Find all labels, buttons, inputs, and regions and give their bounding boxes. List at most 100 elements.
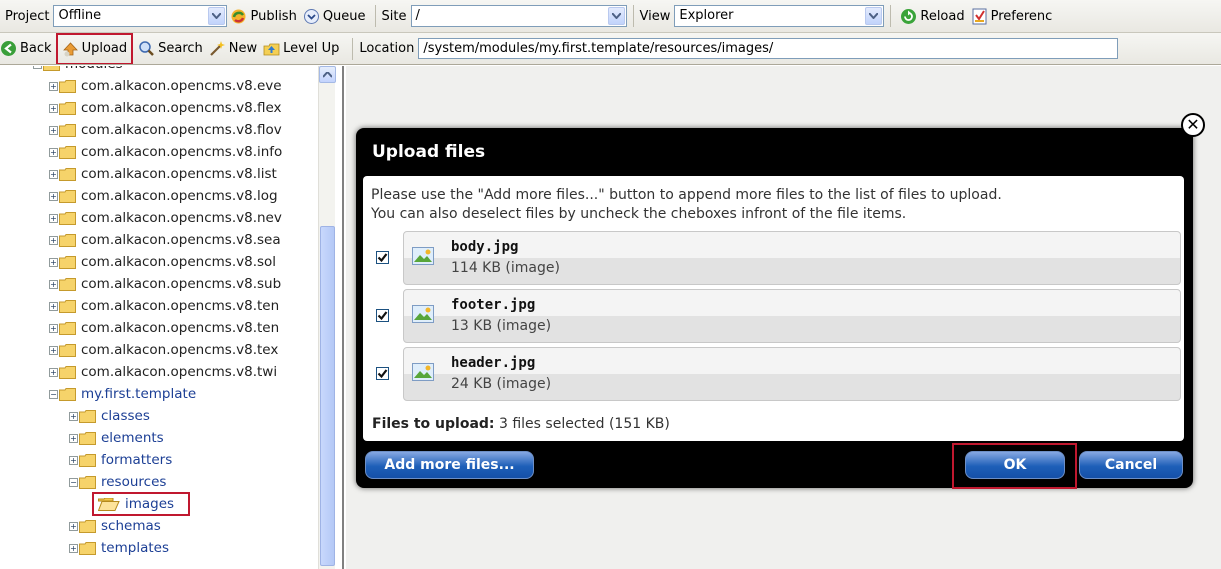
expand-icon[interactable]: + [49,301,58,311]
scrollbar-thumb[interactable] [320,226,335,566]
new-button[interactable]: New [206,37,260,61]
folder-icon [59,167,76,181]
folder-icon [79,453,96,467]
tree-node-modules[interactable]: − modules [0,66,342,75]
dialog-body: Please use the "Add more files..." butto… [363,176,1184,441]
chevron-down-icon[interactable] [865,7,883,25]
file-item: footer.jpg 13 KB (image) [370,289,1181,343]
tree-node-label: com.alkacon.opencms.v8.eve [81,78,282,94]
expand-icon[interactable]: + [49,213,58,223]
toolbar-separator [352,37,354,60]
expand-icon[interactable]: + [49,345,58,355]
view-select[interactable]: Explorer [674,5,885,27]
cancel-button[interactable]: Cancel [1079,451,1183,479]
dialog-title: Upload files [372,142,486,162]
tree-node-label: images [125,496,175,512]
expand-icon[interactable]: + [49,257,58,267]
tree-node-module[interactable]: + com.alkacon.opencms.v8.flex [0,97,342,119]
tree-node-module[interactable]: + com.alkacon.opencms.v8.nev [0,207,342,229]
tree-node-my-first-template[interactable]: − my.first.template [0,383,342,405]
add-more-files-button[interactable]: Add more files... [365,451,534,479]
tree-node-templates[interactable]: + templates [0,537,342,559]
level-up-button[interactable]: Level Up [260,37,342,61]
tree-node-module[interactable]: + com.alkacon.opencms.v8.sol [0,251,342,273]
collapse-icon[interactable]: − [69,477,78,487]
tree-node-formatters[interactable]: + formatters [0,449,342,471]
tree-node-module[interactable]: + com.alkacon.opencms.v8.sub [0,273,342,295]
collapse-icon[interactable]: − [49,389,58,399]
tree-node-module[interactable]: + com.alkacon.opencms.v8.tex [0,339,342,361]
file-checkbox[interactable] [376,367,389,380]
tree-node-images[interactable]: images [0,492,342,516]
site-select[interactable]: / [410,5,627,27]
tree-node-label: com.alkacon.opencms.v8.ten [81,298,280,314]
selected-node-highlight: images [91,492,191,516]
file-card: header.jpg 24 KB (image) [403,347,1181,401]
expand-icon[interactable]: + [49,191,58,201]
preferences-icon [971,8,988,25]
expand-icon[interactable]: + [69,543,78,553]
back-button[interactable]: Back [0,37,55,61]
toolbar-separator [632,5,634,27]
ok-button[interactable]: OK [965,451,1065,479]
dialog-intro: Please use the "Add more files..." butto… [371,187,1002,222]
queue-button[interactable]: Queue [300,4,369,28]
expand-icon[interactable]: + [49,81,58,91]
expand-icon[interactable]: + [69,411,78,421]
image-file-icon [412,305,434,323]
tree-node-module[interactable]: + com.alkacon.opencms.v8.ten [0,317,342,339]
preferences-button[interactable]: Preferenc [968,4,1056,28]
chevron-down-icon[interactable] [208,7,226,25]
file-name: footer.jpg [451,297,536,313]
tree-node-module[interactable]: + com.alkacon.opencms.v8.ten [0,295,342,317]
project-select[interactable]: Offline [53,5,228,27]
tree-node-label: schemas [101,518,161,534]
tree-node-label: com.alkacon.opencms.v8.sea [81,232,281,248]
scroll-up-icon[interactable] [319,66,336,83]
image-file-icon [412,363,434,381]
file-item: body.jpg 114 KB (image) [370,231,1181,285]
tree-node-module[interactable]: + com.alkacon.opencms.v8.twi [0,361,342,383]
expand-icon[interactable]: + [69,521,78,531]
tree-node-label: com.alkacon.opencms.v8.ten [81,320,280,336]
location-input[interactable]: /system/modules/my.first.template/resour… [418,38,1119,59]
close-icon[interactable]: ✕ [1181,113,1205,137]
tree-node-resources[interactable]: − resources [0,471,342,493]
tree-node-module[interactable]: + com.alkacon.opencms.v8.info [0,141,342,163]
file-checkbox[interactable] [376,251,389,264]
tree-node-schemas[interactable]: + schemas [0,515,342,537]
expand-icon[interactable]: + [69,433,78,443]
tree-node-elements[interactable]: + elements [0,427,342,449]
tree-node-classes[interactable]: + classes [0,405,342,427]
reload-icon [900,8,917,25]
tree-scrollbar[interactable] [318,66,336,569]
tree-node-label: com.alkacon.opencms.v8.flex [81,100,282,116]
search-button[interactable]: Search [135,37,206,61]
publish-button[interactable]: Publish [227,4,299,28]
tree-node-module[interactable]: + com.alkacon.opencms.v8.log [0,185,342,207]
chevron-down-icon[interactable] [607,7,625,25]
expand-icon[interactable]: + [49,323,58,333]
tree-node-module[interactable]: + com.alkacon.opencms.v8.list [0,163,342,185]
expand-icon[interactable]: + [49,103,58,113]
expand-icon[interactable]: + [49,125,58,135]
tree-node-module[interactable]: + com.alkacon.opencms.v8.sea [0,229,342,251]
expand-icon[interactable]: + [49,367,58,377]
expand-icon[interactable]: + [49,279,58,289]
file-checkbox[interactable] [376,309,389,322]
expand-icon[interactable]: + [49,235,58,245]
expand-icon[interactable]: + [49,147,58,157]
tree-node-label: com.alkacon.opencms.v8.sol [81,254,277,270]
folder-icon [59,123,76,137]
expand-icon[interactable]: + [69,455,78,465]
tree-node-label: com.alkacon.opencms.v8.flov [81,122,282,138]
tree-node-module[interactable]: + com.alkacon.opencms.v8.flov [0,119,342,141]
expand-icon[interactable]: + [49,169,58,179]
upload-summary: Files to upload: 3 files selected (151 K… [372,416,670,432]
tree-node-module[interactable]: + com.alkacon.opencms.v8.eve [0,75,342,97]
upload-button[interactable]: Upload [55,33,134,64]
explorer-tree: − modules + com.alkacon.opencms.v8.eve + com.… [0,66,344,569]
folder-icon [59,211,76,225]
collapse-icon[interactable]: − [33,66,42,69]
reload-button[interactable]: Reload [897,4,967,28]
